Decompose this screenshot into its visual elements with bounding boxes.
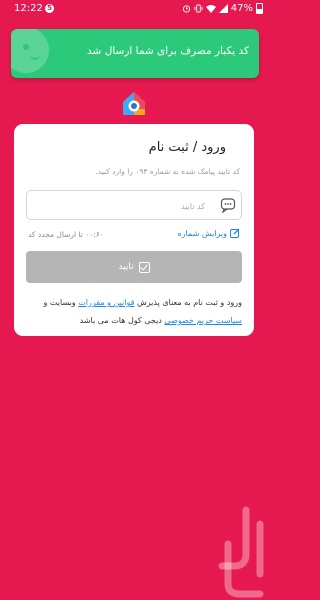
status-icons: 47% (182, 3, 263, 14)
vibrate-icon (194, 4, 203, 13)
verification-code-input[interactable] (53, 191, 207, 221)
status-time: 12:22 (14, 3, 43, 14)
confirm-button[interactable]: تایید (26, 251, 242, 283)
wifi-icon (205, 5, 216, 13)
privacy-policy-link[interactable]: سیاست حریم خصوصی (164, 316, 242, 325)
check-icon (138, 261, 150, 273)
login-card: ورود / ثبت نام کد تایید پیامک شده به شما… (14, 124, 254, 336)
smile-icon (11, 29, 49, 73)
terms-text-end: دیجی کول هات می باشد (79, 316, 165, 325)
signal-icon (218, 4, 228, 13)
resend-timer: ۰۰:۶۰ تا ارسال مجدد کد (28, 230, 104, 239)
confirm-button-label: تایید (118, 262, 134, 272)
instruction-text: کد تایید پیامک شده به شماره ۰۹۳ را وارد … (95, 167, 240, 176)
battery-percent: 47% (230, 3, 253, 14)
notification-badge: 5 (45, 4, 54, 13)
edit-number-label: ویرایش شماره (177, 228, 227, 238)
status-bar: 12:22 5 47% (0, 0, 269, 18)
terms-text: ورود و ثبت نام به معنای پذیرش قوانین و م… (26, 294, 242, 330)
battery-icon (256, 3, 263, 14)
terms-text-start: ورود و ثبت نام به معنای پذیرش (134, 298, 242, 307)
otp-sent-toast: کد یکبار مصرف برای شما ارسال شد (11, 29, 259, 78)
toast-message: کد یکبار مصرف برای شما ارسال شد (87, 45, 249, 57)
edit-number-link[interactable]: ویرایش شماره (177, 228, 240, 238)
message-icon (220, 198, 236, 213)
alarm-icon (182, 5, 190, 13)
edit-icon (230, 228, 240, 238)
page-title: ورود / ثبت نام (148, 140, 226, 155)
background-watermark-logo (218, 506, 264, 598)
code-field[interactable] (26, 190, 242, 221)
app-logo-icon (123, 92, 145, 115)
terms-text-middle: وبسایت و (43, 298, 79, 307)
terms-link[interactable]: قوانین و مقررات (78, 298, 134, 307)
